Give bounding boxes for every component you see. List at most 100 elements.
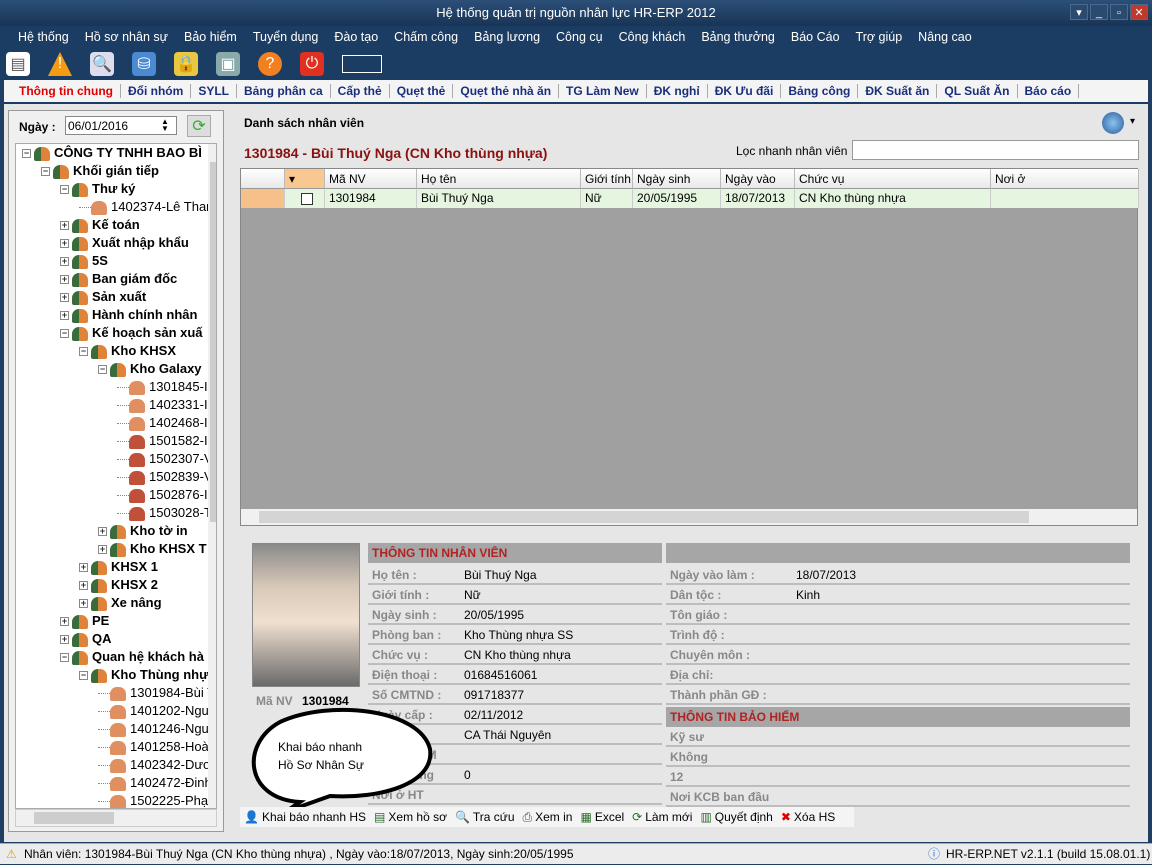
tree-employee-node[interactable]: 1402331-I — [117, 396, 208, 414]
menu-item[interactable]: Nâng cao — [910, 26, 980, 48]
new-document-icon[interactable]: ▤ — [6, 52, 30, 76]
tree-expander-icon[interactable]: + — [60, 311, 69, 321]
tab-item[interactable]: ĐK nghỉ — [647, 84, 708, 98]
tree-employee-node[interactable]: 1301984-Bùi T — [98, 684, 215, 702]
tree-employee-node[interactable]: 1401246-Ngu — [98, 720, 209, 738]
tree-employee-node[interactable]: 1401202-Ngu — [98, 702, 209, 720]
tree-group-node[interactable]: + Ban giám đốc — [60, 270, 177, 288]
tab-item[interactable]: ĐK Ưu đãi — [708, 84, 782, 98]
tree-expander-icon[interactable]: − — [60, 329, 69, 339]
tree-group-node[interactable]: + Kho tờ in — [98, 522, 188, 540]
tab-item[interactable]: SYLL — [191, 84, 237, 98]
grid-cell[interactable]: 18/07/2013 — [721, 189, 795, 208]
tree-employee-node[interactable]: 1402342-Dươ — [98, 756, 212, 774]
network-icon[interactable]: ⛁ — [132, 52, 156, 76]
tab-item[interactable]: Quẹt thẻ — [390, 84, 454, 98]
tree-expander-icon[interactable]: + — [60, 293, 69, 303]
tree-expander-icon[interactable]: + — [60, 635, 69, 645]
lock-icon[interactable]: 🔒 — [174, 52, 198, 76]
tree-expander-icon[interactable]: − — [98, 365, 107, 375]
tree-employee-node[interactable]: 1502307-V — [117, 450, 213, 468]
menu-item[interactable]: Hồ sơ nhân sự — [77, 26, 176, 48]
action-button[interactable]: ▥ Quyết định — [700, 810, 772, 824]
tree-expander-icon[interactable]: − — [60, 653, 69, 663]
tree-group-node[interactable]: + KHSX 1 — [79, 558, 158, 576]
tab-item[interactable]: Bảng phân ca — [237, 84, 331, 98]
menu-item[interactable]: Báo Cáo — [783, 26, 848, 48]
tree-group-node[interactable]: + Kế toán — [60, 216, 140, 234]
refresh-icon[interactable]: ⟳ — [187, 115, 211, 137]
tree-group-node[interactable]: − Kế hoạch sản xuấ — [60, 324, 203, 342]
chevron-down-icon[interactable]: ▾ — [1130, 116, 1135, 127]
tree-horizontal-scrollbar[interactable] — [15, 809, 217, 827]
tree-expander-icon[interactable]: + — [79, 563, 88, 573]
action-button[interactable]: 👤 Khai báo nhanh HS — [244, 810, 366, 824]
column-header[interactable]: Mã NV — [325, 169, 417, 189]
tree-expander-icon[interactable]: + — [98, 545, 107, 555]
preview-icon[interactable]: 🔍 — [90, 52, 114, 76]
close-button[interactable]: ✕ — [1130, 4, 1148, 20]
tree-employee-node[interactable]: 1503028-T — [117, 504, 212, 522]
date-spinner[interactable]: ▲ ▼ — [161, 118, 169, 133]
tree-expander-icon[interactable]: − — [41, 167, 50, 177]
tree-employee-node[interactable]: 1402472-Đinh — [98, 774, 212, 792]
action-button[interactable]: 🔍 Tra cứu — [455, 810, 515, 824]
help-icon[interactable]: ? — [258, 52, 282, 76]
column-header[interactable]: Ngày vào — [721, 169, 795, 189]
menu-item[interactable]: Đào tạo — [326, 26, 386, 48]
tree-employee-node[interactable]: 1401258-Hoà — [98, 738, 209, 756]
menu-item[interactable]: Hệ thống — [10, 26, 77, 48]
menu-item[interactable]: Bảo hiểm — [176, 26, 245, 48]
row-checkbox-cell[interactable] — [285, 189, 325, 208]
action-button[interactable]: ▤ Xem hồ sơ — [374, 810, 447, 824]
column-header[interactable]: Chức vụ — [795, 169, 991, 189]
menu-item[interactable]: Trợ giúp — [848, 26, 911, 48]
grid-cell[interactable]: Bùi Thuý Nga — [417, 189, 581, 208]
tree-expander-icon[interactable]: + — [60, 257, 69, 267]
image-icon[interactable]: ▣ — [216, 52, 240, 76]
dropdown-button[interactable]: ▾ — [1070, 4, 1088, 20]
column-header[interactable]: Họ tên — [417, 169, 581, 189]
menu-item[interactable]: Tuyển dụng — [245, 26, 327, 48]
tree-group-node[interactable]: − CÔNG TY TNHH BAO BÌ — [22, 144, 202, 162]
tab-item[interactable]: Quẹt thẻ nhà ăn — [453, 84, 560, 98]
tree-expander-icon[interactable]: − — [79, 347, 88, 357]
filter-input[interactable] — [852, 140, 1139, 160]
grid-horizontal-scrollbar[interactable] — [241, 509, 1137, 525]
tab-item[interactable]: Thông tin chung — [12, 84, 121, 98]
menu-item[interactable]: Bảng lương — [466, 26, 548, 48]
power-icon[interactable]: ⏻ — [300, 52, 324, 76]
tree-group-node[interactable]: +5S — [60, 252, 108, 270]
tree-expander-icon[interactable]: − — [79, 671, 88, 681]
tab-item[interactable]: TG Làm New — [559, 84, 647, 98]
tree-employee-node[interactable]: 1502839-V — [117, 468, 213, 486]
menu-item[interactable]: Công khách — [611, 26, 694, 48]
tree-expander-icon[interactable]: − — [22, 149, 31, 159]
tree-expander-icon[interactable]: + — [60, 617, 69, 627]
tree-group-node[interactable]: + Sản xuất — [60, 288, 146, 306]
menu-item[interactable]: Bảng thưởng — [693, 26, 783, 48]
tree-group-node[interactable]: − Kho Thùng nhự — [79, 666, 209, 684]
grid-cell[interactable]: Nữ — [581, 189, 633, 208]
tree-group-node[interactable]: − Quan hệ khách hà — [60, 648, 204, 666]
tab-item[interactable]: Cấp thẻ — [331, 84, 390, 98]
tree-employee-node[interactable]: 1502876-I — [117, 486, 208, 504]
tree-employee-node[interactable]: 1402374-Lê Thar — [79, 198, 211, 216]
grid-cell[interactable]: 20/05/1995 — [633, 189, 721, 208]
select-all-header[interactable]: ▾ — [285, 169, 325, 189]
tree-group-node[interactable]: − Kho Galaxy — [98, 360, 202, 378]
globe-icon[interactable] — [1102, 112, 1124, 134]
tree-group-node[interactable]: + Xuất nhập khẩu — [60, 234, 189, 252]
tab-item[interactable]: Báo cáo — [1018, 84, 1080, 98]
tree-expander-icon[interactable]: + — [79, 581, 88, 591]
tree-employee-node[interactable]: 1501582-I — [117, 432, 208, 450]
tree-group-node[interactable]: + QA — [60, 630, 112, 648]
grid-cell[interactable]: CN Kho thùng nhựa — [795, 189, 991, 208]
tree-employee-node[interactable]: 1301845-I — [117, 378, 208, 396]
action-button[interactable]: ⎙ Xem in — [523, 810, 573, 825]
column-header[interactable]: Ngày sinh — [633, 169, 721, 189]
tab-item[interactable]: QL Suất Ăn — [937, 84, 1018, 98]
tree-expander-icon[interactable]: − — [60, 185, 69, 195]
tab-item[interactable]: ĐK Suất ăn — [858, 84, 938, 98]
tree-vertical-scrollbar[interactable] — [208, 144, 216, 808]
